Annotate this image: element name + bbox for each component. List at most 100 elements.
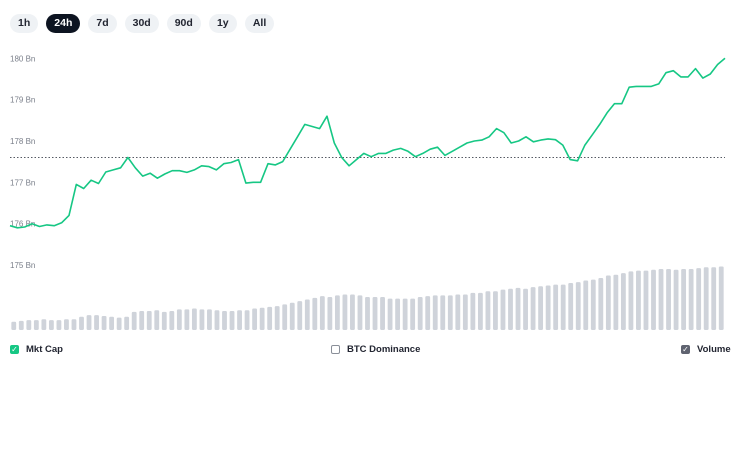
volume-bar [718, 266, 724, 330]
range-button-all[interactable]: All [244, 14, 275, 33]
volume-bar [477, 292, 483, 330]
volume-bar [41, 319, 47, 330]
volume-bar [440, 295, 446, 330]
range-button-30d[interactable]: 30d [124, 14, 159, 33]
volume-bar [109, 316, 115, 330]
volume-bar [357, 295, 363, 330]
volume-bar [598, 278, 604, 330]
volume-bar [237, 310, 242, 330]
volume-bar [462, 294, 468, 330]
range-button-1y[interactable]: 1y [208, 14, 237, 33]
volume-bar [605, 275, 611, 330]
range-button-1h[interactable]: 1h [10, 14, 39, 33]
volume-bar [94, 315, 99, 330]
volume-bar [681, 268, 687, 330]
volume-bar [636, 270, 641, 330]
volume-bar [334, 295, 340, 330]
volume-bar [350, 294, 355, 330]
volume-bar [387, 298, 393, 330]
volume-bar [553, 284, 559, 330]
volume-bar [372, 297, 378, 330]
y-tick-label: 180 Bn [10, 54, 35, 63]
volume-bar [64, 319, 69, 330]
volume-bar [33, 320, 39, 330]
volume-bar [229, 311, 235, 330]
volume-bar [365, 297, 370, 330]
volume-bar [169, 311, 175, 330]
volume-bar [395, 298, 401, 330]
volume-bar [470, 292, 476, 330]
volume-bar [154, 310, 160, 330]
volume-bar [500, 289, 506, 330]
volume-bar [18, 320, 24, 330]
volume-bar [214, 310, 220, 330]
volume-bar [380, 297, 385, 330]
legend-btc-dominance[interactable]: BTC Dominance [331, 344, 420, 355]
volume-bar [583, 280, 589, 330]
volume-bar [252, 308, 258, 330]
legend-mkt-cap[interactable]: ✓ Mkt Cap [10, 344, 63, 355]
volume-bar [304, 299, 310, 330]
volume-bar [297, 301, 303, 330]
volume-bar [515, 287, 521, 330]
volume-bar [199, 309, 205, 330]
volume-bar [417, 297, 423, 330]
volume-bar [402, 298, 408, 330]
volume-bar [410, 298, 416, 330]
volume-bar [101, 315, 107, 330]
volume-bar [116, 317, 122, 330]
volume-bar [628, 271, 634, 330]
volume-bar [560, 284, 566, 330]
volume-bar [207, 309, 212, 330]
legend-volume[interactable]: ✓ Volume [681, 344, 731, 355]
volume-bar [124, 316, 130, 330]
volume-bar [56, 320, 62, 330]
volume-bar [327, 297, 333, 330]
volume-bar [222, 311, 227, 330]
volume-bar [696, 268, 702, 330]
volume-bar [432, 295, 438, 330]
legend-btc-dominance-label: BTC Dominance [347, 344, 421, 355]
volume-bar [530, 287, 536, 330]
volume-bar [282, 304, 288, 330]
volume-bar [425, 296, 431, 330]
volume-bar [703, 267, 709, 330]
volume-bar [71, 319, 77, 330]
volume-bar [673, 269, 679, 330]
legend-mkt-cap-label: Mkt Cap [26, 344, 63, 355]
volume-bar [508, 288, 513, 330]
volume-bar [447, 295, 453, 330]
y-tick-label: 178 Bn [10, 137, 35, 146]
volume-bar [267, 306, 273, 330]
volume-bar [545, 285, 551, 330]
volume-bar [485, 291, 491, 330]
volume-bar [711, 267, 717, 330]
volume-bar [319, 296, 325, 330]
range-button-7d[interactable]: 7d [88, 14, 117, 33]
volume-bar [289, 302, 295, 330]
volume-bar [139, 311, 145, 330]
volume-bar [259, 307, 265, 330]
volume-bar [191, 308, 197, 330]
volume-bar [688, 268, 694, 330]
y-tick-label: 175 Bn [10, 261, 35, 270]
volume-bar [86, 315, 92, 330]
volume-bar [613, 274, 619, 330]
volume-bar [26, 320, 32, 330]
volume-bar [11, 321, 17, 330]
volume-checkbox-icon[interactable]: ✓ [681, 345, 690, 354]
btc-dominance-checkbox-icon[interactable] [331, 345, 340, 354]
mkt-cap-checkbox-icon[interactable]: ✓ [10, 345, 19, 354]
range-button-90d[interactable]: 90d [166, 14, 201, 33]
mkt-cap-line [9, 57, 726, 229]
volume-bar [312, 297, 318, 330]
range-button-24h[interactable]: 24h [46, 14, 81, 33]
volume-bar [620, 273, 626, 330]
volume-bar [666, 268, 671, 330]
volume-bar [575, 282, 581, 330]
volume-bar [523, 288, 528, 330]
time-range-selector: 1h 24h 7d 30d 90d 1y All [10, 14, 275, 33]
volume-bar [176, 309, 182, 330]
volume-bar [48, 320, 54, 330]
volume-bar [643, 270, 649, 330]
